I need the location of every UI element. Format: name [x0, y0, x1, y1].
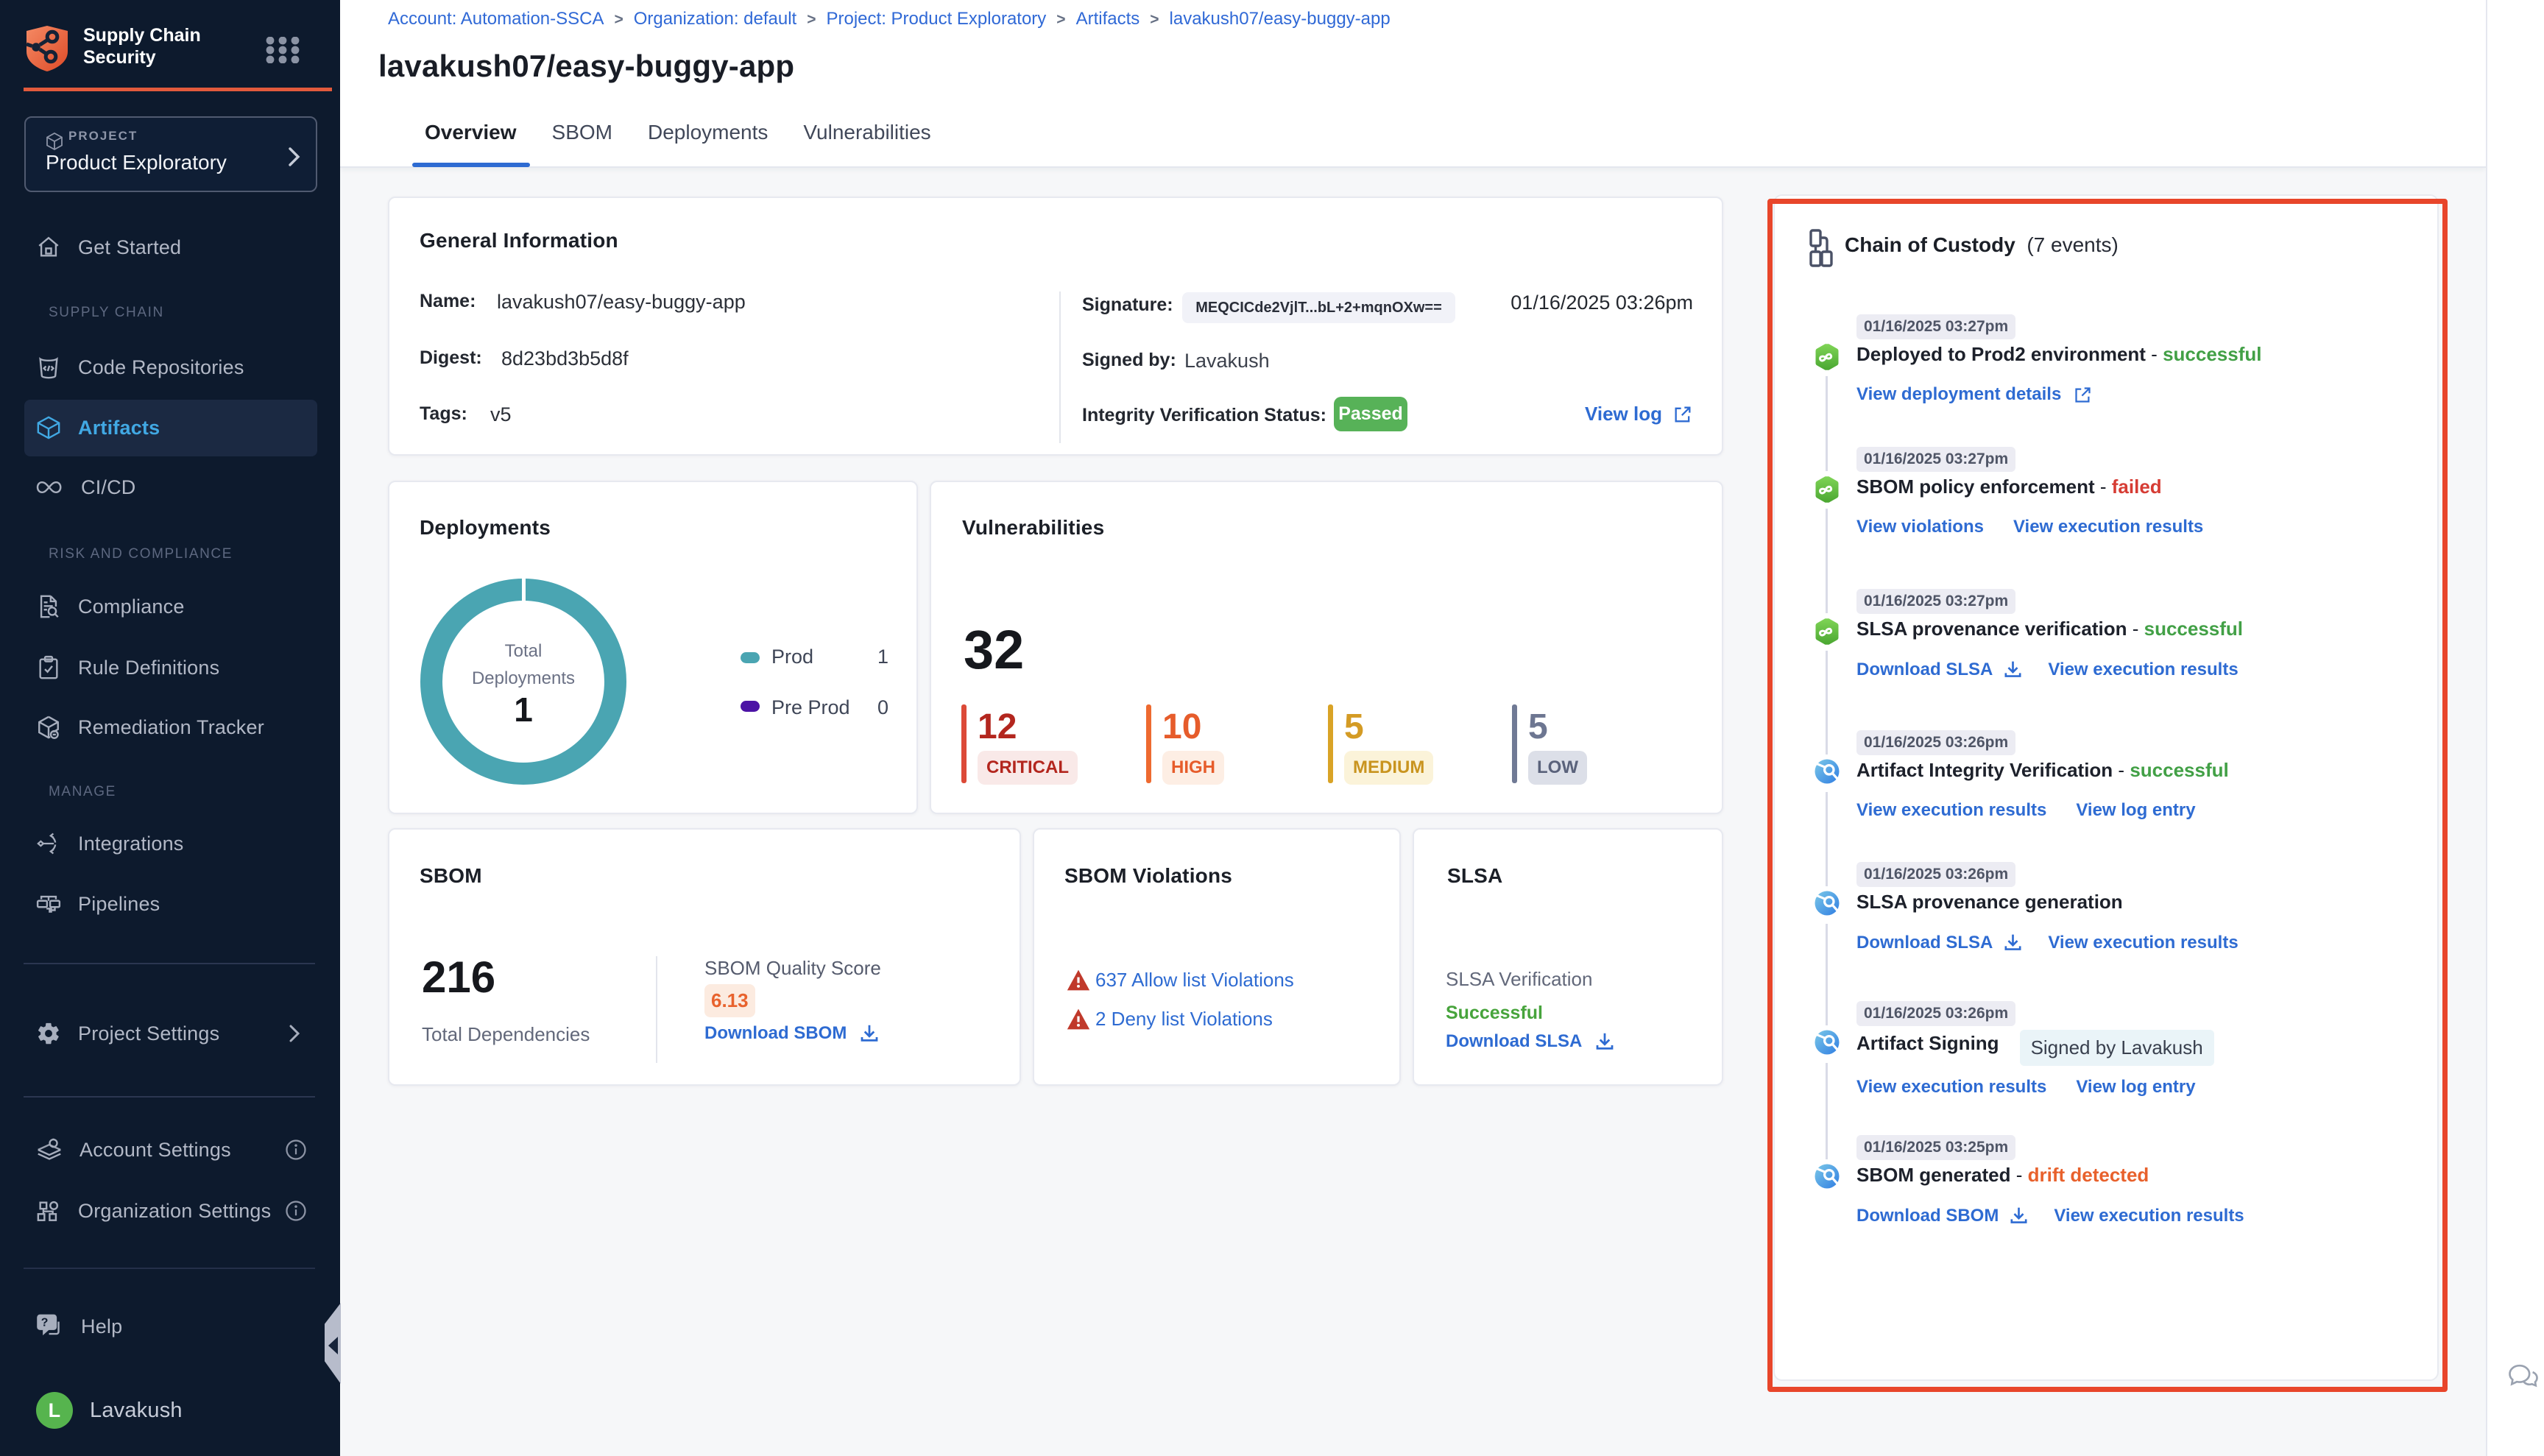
svg-text:?: ? [41, 1316, 49, 1329]
